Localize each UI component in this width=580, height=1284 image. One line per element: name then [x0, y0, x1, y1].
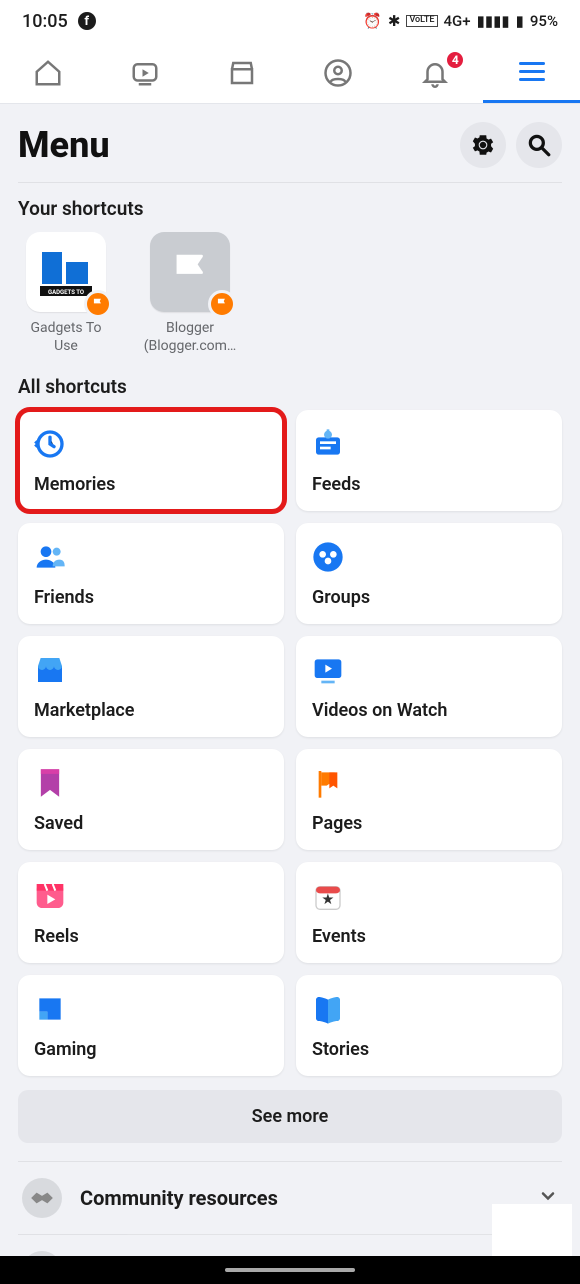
card-label: Marketplace	[34, 700, 268, 721]
header-actions	[460, 122, 562, 168]
card-marketplace[interactable]: Marketplace	[18, 636, 284, 737]
card-label: Friends	[34, 587, 268, 608]
expand-community-resources[interactable]: Community resources	[18, 1161, 562, 1234]
feeds-icon	[312, 428, 344, 460]
card-label: Feeds	[312, 474, 546, 495]
card-memories[interactable]: Memories	[18, 410, 284, 511]
card-friends[interactable]: Friends	[18, 523, 284, 624]
card-label: Groups	[312, 587, 546, 608]
status-left: 10:05 f	[22, 11, 96, 32]
card-reels[interactable]: Reels	[18, 862, 284, 963]
battery-icon: ▮	[516, 12, 524, 30]
watch-icon	[130, 58, 160, 88]
card-videos[interactable]: Videos on Watch	[296, 636, 562, 737]
card-groups[interactable]: Groups	[296, 523, 562, 624]
events-icon: ★	[312, 880, 344, 912]
notification-badge: 4	[445, 50, 465, 70]
hamburger-icon	[519, 62, 545, 81]
groups-icon	[312, 541, 344, 573]
facebook-app-icon: f	[78, 12, 96, 30]
shortcut-grid: Memories Feeds Friends Groups	[18, 410, 562, 1076]
card-label: Stories	[312, 1039, 546, 1060]
see-more-button[interactable]: See more	[18, 1090, 562, 1143]
volte-indicator: VoLTE	[406, 15, 437, 27]
card-label: Pages	[312, 813, 546, 834]
signal-icon: ▮▮▮▮	[477, 12, 510, 30]
card-label: Saved	[34, 813, 268, 834]
card-label: Memories	[34, 474, 268, 495]
pages-icon	[312, 767, 344, 799]
nav-marketplace[interactable]	[193, 42, 290, 103]
svg-text:GADGETS TO: GADGETS TO	[48, 289, 84, 296]
bluetooth-icon: ✱	[388, 12, 401, 30]
alarm-icon: ⏰	[363, 12, 382, 30]
menu-content: Menu Your shortcuts GADGETS TO	[0, 104, 580, 1256]
stories-icon	[312, 993, 344, 1025]
divider	[18, 182, 562, 183]
status-right: ⏰ ✱ VoLTE 4G+ ▮▮▮▮ ▮ 95%	[363, 12, 558, 30]
shortcut-label: Blogger (Blogger.com…	[142, 320, 238, 355]
card-label: Gaming	[34, 1039, 268, 1060]
videos-icon	[312, 654, 344, 686]
shortcut-thumb	[150, 232, 230, 312]
svg-text:★: ★	[321, 890, 334, 908]
all-shortcuts-label: All shortcuts	[18, 375, 562, 398]
card-pages[interactable]: Pages	[296, 749, 562, 850]
gaming-icon	[34, 993, 66, 1025]
nav-watch[interactable]	[97, 42, 194, 103]
gear-icon	[470, 132, 496, 158]
nav-menu[interactable]	[483, 42, 580, 103]
nav-profile[interactable]	[290, 42, 387, 103]
handshake-icon	[22, 1178, 62, 1218]
card-saved[interactable]: Saved	[18, 749, 284, 850]
status-bar: 10:05 f ⏰ ✱ VoLTE 4G+ ▮▮▮▮ ▮ 95%	[0, 0, 580, 42]
expand-label: Community resources	[80, 1186, 520, 1210]
settings-button[interactable]	[460, 122, 506, 168]
gadgets-logo-icon: GADGETS TO	[36, 242, 96, 302]
card-events[interactable]: ★ Events	[296, 862, 562, 963]
home-indicator[interactable]	[225, 1268, 355, 1272]
top-nav: 4	[0, 42, 580, 104]
marketplace-icon	[34, 654, 66, 686]
expand-help-support[interactable]: ? Help & support	[18, 1234, 562, 1256]
nav-notifications[interactable]: 4	[387, 42, 484, 103]
friends-icon	[34, 541, 66, 573]
card-gaming[interactable]: Gaming	[18, 975, 284, 1076]
page-flag-icon	[208, 290, 236, 318]
saved-icon	[34, 767, 66, 799]
shortcut-label: Gadgets To Use	[18, 320, 114, 355]
page-title: Menu	[18, 124, 110, 166]
profile-icon	[323, 58, 353, 88]
shortcut-gadgets[interactable]: GADGETS TO Gadgets To Use	[18, 232, 114, 355]
card-label: Reels	[34, 926, 268, 947]
card-label: Videos on Watch	[312, 700, 546, 721]
menu-header: Menu	[18, 104, 562, 182]
card-label: Events	[312, 926, 546, 947]
shortcut-blogger[interactable]: Blogger (Blogger.com…	[142, 232, 238, 355]
battery-percent: 95%	[530, 12, 558, 30]
system-nav-bar	[0, 1256, 580, 1284]
shortcut-thumb: GADGETS TO	[26, 232, 106, 312]
marketplace-icon	[227, 58, 257, 88]
page-flag-icon	[84, 290, 112, 318]
home-icon	[33, 58, 63, 88]
card-feeds[interactable]: Feeds	[296, 410, 562, 511]
search-button[interactable]	[516, 122, 562, 168]
reels-icon	[34, 880, 66, 912]
watermark-placeholder	[492, 1204, 572, 1260]
search-icon	[526, 132, 552, 158]
status-time: 10:05	[22, 11, 68, 32]
network-indicator: 4G+	[444, 12, 471, 30]
card-stories[interactable]: Stories	[296, 975, 562, 1076]
your-shortcuts-label: Your shortcuts	[18, 197, 562, 220]
memories-icon	[34, 428, 66, 460]
flag-icon	[167, 249, 213, 295]
nav-home[interactable]	[0, 42, 97, 103]
shortcuts-row: GADGETS TO Gadgets To Use Blogger (Blogg…	[18, 232, 562, 355]
